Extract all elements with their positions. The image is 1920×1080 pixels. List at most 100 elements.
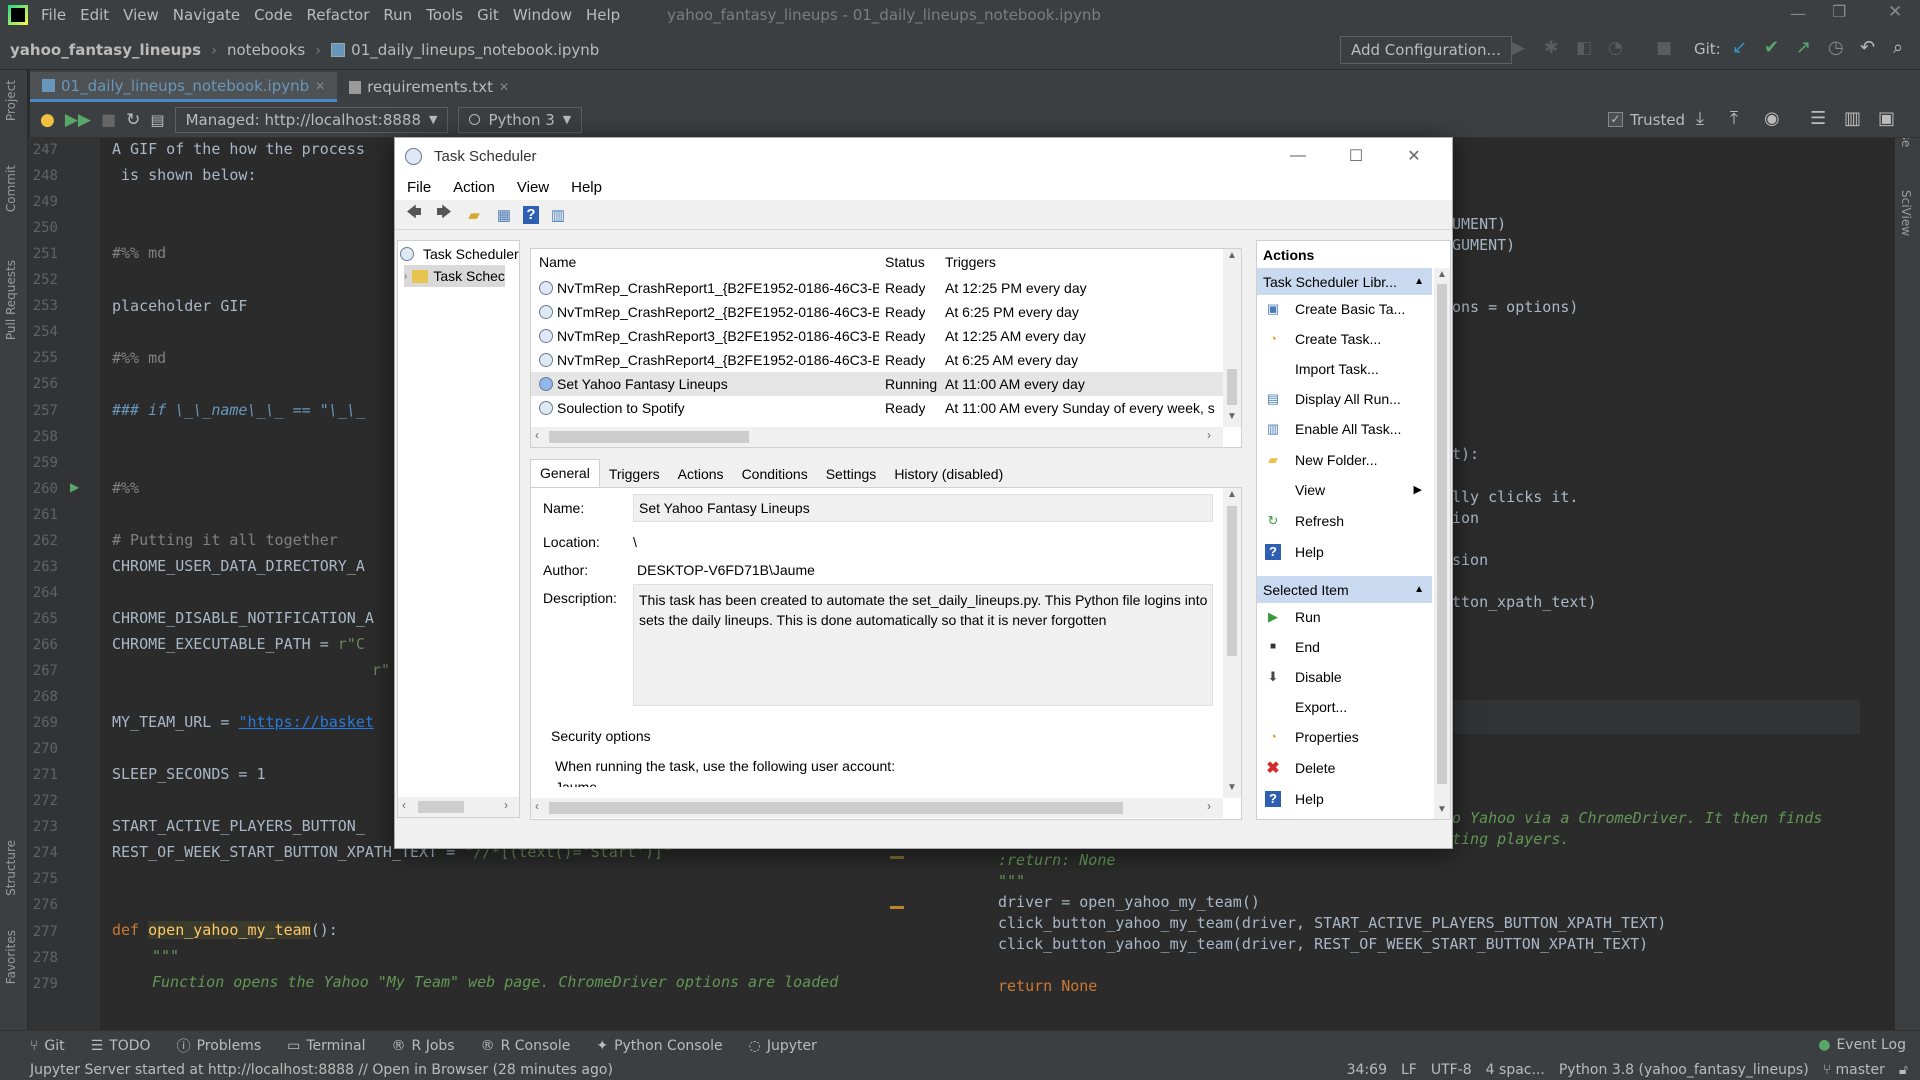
- scroll-right-icon[interactable]: ›: [504, 798, 508, 812]
- tab-conditions[interactable]: Conditions: [733, 461, 817, 487]
- caret-position[interactable]: 34:69: [1347, 1062, 1387, 1078]
- action-view[interactable]: View ▶: [1257, 477, 1432, 502]
- preview-only-icon[interactable]: ▣: [1878, 108, 1895, 129]
- action-help-selected[interactable]: ? Help: [1257, 786, 1432, 811]
- action-end[interactable]: ■ End: [1257, 634, 1432, 659]
- rollback-icon[interactable]: ↶: [1860, 37, 1875, 58]
- selected-item-section-header[interactable]: Selected Item ▲: [1257, 576, 1432, 603]
- tool-r-console[interactable]: ® R Console: [481, 1038, 571, 1054]
- task-row[interactable]: Soulection to Spotify Ready At 11:00 AM …: [531, 396, 1225, 420]
- tool-pull-requests[interactable]: Pull Requests: [4, 260, 18, 340]
- task-row[interactable]: NvTmRep_CrashReport4_{B2FE1952-0186-46C3…: [531, 348, 1225, 372]
- tool-favorites[interactable]: Favorites: [4, 930, 18, 984]
- ts-menu-file[interactable]: File: [407, 179, 431, 196]
- run-cells-below-icon[interactable]: ▤: [150, 111, 164, 129]
- split-view-icon[interactable]: ▥: [1844, 108, 1861, 129]
- menu-navigate[interactable]: Navigate: [166, 6, 247, 24]
- chevron-up-icon[interactable]: ▲: [1414, 584, 1424, 595]
- task-row[interactable]: NvTmRep_CrashReport1_{B2FE1952-0186-46C3…: [531, 276, 1225, 300]
- breadcrumb-folder[interactable]: notebooks: [227, 41, 305, 59]
- menu-view[interactable]: View: [116, 6, 166, 24]
- tab-settings[interactable]: Settings: [817, 461, 886, 487]
- ts-menu-view[interactable]: View: [517, 179, 549, 196]
- detail-vertical-scrollbar[interactable]: ▲ ▼: [1223, 488, 1241, 798]
- run-cell-icon[interactable]: ▶: [70, 480, 79, 494]
- folder-icon[interactable]: ▰: [463, 204, 485, 226]
- action-export[interactable]: Export...: [1257, 694, 1432, 719]
- git-branch[interactable]: ⑂ master: [1823, 1062, 1885, 1078]
- move-cell-down-icon[interactable]: ⤓: [1696, 108, 1704, 129]
- breadcrumb-file[interactable]: 01_daily_lineups_notebook.ipynb: [351, 41, 599, 59]
- menu-git[interactable]: Git: [470, 6, 506, 24]
- action-disable[interactable]: ⬇ Disable: [1257, 664, 1432, 689]
- restart-kernel-icon[interactable]: ↻: [126, 110, 140, 130]
- maximize-icon[interactable]: ☐: [1333, 138, 1379, 174]
- menu-window[interactable]: Window: [506, 6, 579, 24]
- column-status[interactable]: Status: [885, 249, 925, 275]
- file-encoding[interactable]: UTF-8: [1431, 1062, 1472, 1078]
- back-arrow-icon[interactable]: 🡄: [403, 204, 425, 226]
- tab-actions[interactable]: Actions: [669, 461, 733, 487]
- menu-refactor[interactable]: Refactor: [299, 6, 376, 24]
- show-hide-action-pane-icon[interactable]: ▥: [547, 204, 569, 226]
- tool-sciview[interactable]: SciView: [1899, 190, 1913, 236]
- scroll-right-icon[interactable]: ›: [1207, 799, 1211, 813]
- search-icon[interactable]: ⌕: [1893, 37, 1903, 58]
- show-hide-tree-icon[interactable]: ▦: [493, 204, 515, 226]
- git-update-icon[interactable]: ↙: [1732, 37, 1747, 58]
- tool-git[interactable]: ⑂ Git: [30, 1038, 65, 1054]
- close-tab-icon[interactable]: ✕: [499, 80, 509, 94]
- minimize-icon[interactable]: —: [1275, 138, 1321, 174]
- debug-icon[interactable]: ✱: [1544, 38, 1558, 58]
- scroll-down-icon[interactable]: ▼: [1437, 804, 1447, 815]
- scroll-down-icon[interactable]: ▼: [1227, 411, 1237, 422]
- tree-task-scheduler[interactable]: Task Scheduler: [400, 243, 519, 265]
- tab-general[interactable]: General: [530, 459, 600, 487]
- action-create-task[interactable]: ◔ Create Task...: [1257, 326, 1432, 351]
- action-run[interactable]: ▶ Run: [1257, 604, 1432, 629]
- menu-file[interactable]: File: [34, 6, 73, 24]
- scroll-left-icon[interactable]: ‹: [535, 428, 539, 442]
- library-section-header[interactable]: Task Scheduler Libr... ▲: [1257, 268, 1432, 295]
- task-row-selected[interactable]: Set Yahoo Fantasy Lineups Running At 11:…: [531, 372, 1225, 396]
- help-icon[interactable]: ?: [523, 205, 539, 224]
- tool-python-console[interactable]: ✦ Python Console: [596, 1038, 722, 1054]
- task-list-horizontal-scrollbar[interactable]: ‹ ›: [531, 427, 1223, 447]
- scroll-up-icon[interactable]: ▲: [1227, 250, 1237, 261]
- tree-task-library[interactable]: › Task Schec: [404, 265, 505, 287]
- tab-requirements[interactable]: requirements.txt ✕: [337, 72, 521, 102]
- column-name[interactable]: Name: [539, 249, 576, 275]
- task-list-vertical-scrollbar[interactable]: ▲ ▼: [1223, 249, 1241, 427]
- profile-icon[interactable]: ◔: [1608, 38, 1623, 58]
- history-icon[interactable]: ◷: [1828, 37, 1844, 58]
- stop-icon[interactable]: ■: [1656, 38, 1672, 58]
- column-triggers[interactable]: Triggers: [945, 249, 996, 275]
- tool-terminal[interactable]: ▭ Terminal: [287, 1038, 365, 1054]
- action-import-task[interactable]: Import Task...: [1257, 356, 1432, 381]
- task-row[interactable]: NvTmRep_CrashReport3_{B2FE1952-0186-46C3…: [531, 324, 1225, 348]
- forward-arrow-icon[interactable]: 🡆: [433, 204, 455, 226]
- python-interpreter[interactable]: Python 3.8 (yahoo_fantasy_lineups): [1559, 1062, 1809, 1078]
- breadcrumb-project[interactable]: yahoo_fantasy_lineups: [10, 41, 201, 59]
- interrupt-kernel-icon[interactable]: ■: [101, 110, 116, 129]
- task-scheduler-titlebar[interactable]: Task Scheduler — ☐ ✕: [395, 138, 1452, 174]
- run-all-icon[interactable]: ▶▶: [65, 110, 91, 130]
- close-tab-icon[interactable]: ✕: [315, 79, 325, 93]
- chevron-up-icon[interactable]: ▲: [1414, 276, 1424, 287]
- tab-notebook[interactable]: 01_daily_lineups_notebook.ipynb ✕: [30, 72, 338, 102]
- menu-code[interactable]: Code: [247, 6, 299, 24]
- tool-jupyter[interactable]: ◌ Jupyter: [749, 1038, 817, 1054]
- tool-structure[interactable]: Structure: [4, 840, 18, 896]
- action-enable-all[interactable]: ▥ Enable All Task...: [1257, 416, 1432, 441]
- jupyter-server-select[interactable]: Managed: http://localhost:8888 ▼: [174, 106, 449, 133]
- editor-only-icon[interactable]: ☰: [1810, 108, 1826, 129]
- indent-setting[interactable]: 4 spac...: [1486, 1062, 1545, 1078]
- tool-commit[interactable]: Commit: [4, 165, 18, 212]
- event-log-button[interactable]: ● Event Log: [1818, 1037, 1906, 1053]
- git-push-icon[interactable]: ↗: [1796, 37, 1811, 58]
- menu-edit[interactable]: Edit: [73, 6, 116, 24]
- scroll-down-icon[interactable]: ▼: [1227, 782, 1237, 793]
- kernel-select[interactable]: Python 3 ▼: [458, 106, 583, 133]
- scroll-up-icon[interactable]: ▲: [1437, 269, 1447, 280]
- ts-menu-action[interactable]: Action: [453, 179, 495, 196]
